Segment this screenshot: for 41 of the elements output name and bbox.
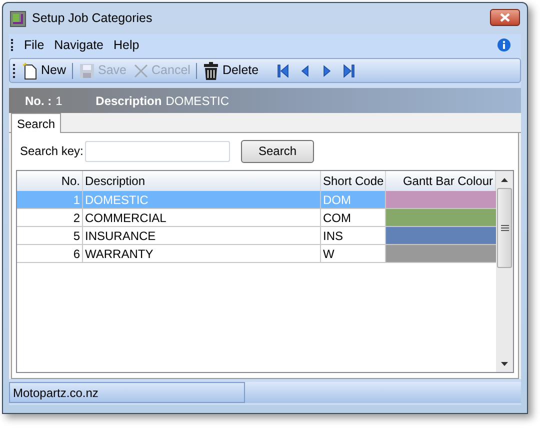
scroll-down-icon <box>501 362 508 366</box>
table-cell: WARRANTY <box>83 245 321 262</box>
triangle-icon <box>320 64 333 78</box>
menu-item[interactable]: Help <box>108 36 144 54</box>
new-button[interactable]: New <box>19 61 70 80</box>
search-tab[interactable]: Search <box>11 113 62 133</box>
table-cell: 6 <box>17 245 83 262</box>
app-icon <box>10 10 26 26</box>
table-cell: DOMESTIC <box>83 191 321 208</box>
table-cell: INSURANCE <box>83 227 321 244</box>
status-text: Motopartz.co.nz <box>9 382 245 403</box>
number-value: 1 <box>56 92 64 110</box>
description-label: Description <box>96 92 162 110</box>
cross-icon <box>132 62 149 78</box>
search-key-label: Search key: <box>20 143 84 160</box>
table-row[interactable]: 6 WARRANTY W <box>17 245 496 263</box>
search-button[interactable]: Search <box>241 140 314 162</box>
table-row[interactable]: 5 INSURANCE INS <box>17 227 496 245</box>
triangle-icon <box>276 64 289 78</box>
vertical-scrollbar[interactable] <box>496 171 513 372</box>
delete-button[interactable]: Delete <box>200 61 262 80</box>
scroll-grip-icon <box>500 225 508 231</box>
search-key-field[interactable] <box>85 140 230 162</box>
menu-item[interactable]: Navigate <box>49 36 108 54</box>
table-row[interactable]: 2 COMMERCIAL COM <box>17 209 496 227</box>
table-cell: COMMERCIAL <box>83 209 321 226</box>
number-label: No. : <box>25 92 52 110</box>
table-cell: 5 <box>17 227 83 244</box>
table-cell: 1 <box>17 191 83 208</box>
triangle-icon <box>342 64 355 78</box>
description-value: DOMESTIC <box>166 92 230 110</box>
window-title: Setup Job Categories <box>32 10 154 28</box>
trash-can-icon <box>203 62 220 80</box>
close-button[interactable] <box>490 9 520 26</box>
close-icon <box>500 13 510 22</box>
table-cell: 2 <box>17 209 83 226</box>
new-document-icon <box>22 62 38 80</box>
scroll-up-icon <box>501 178 508 182</box>
menu-item[interactable]: File <box>19 36 50 54</box>
info-icon <box>497 38 511 52</box>
triangle-icon <box>298 64 311 78</box>
